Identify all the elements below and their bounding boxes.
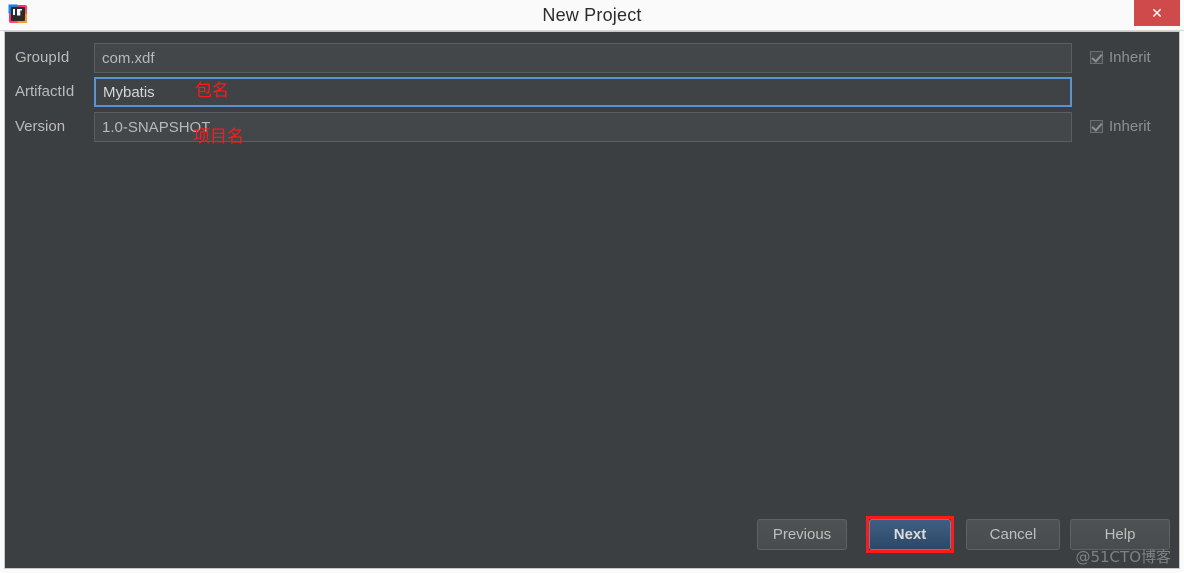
version-inherit-checkbox[interactable]: Inherit xyxy=(1090,112,1151,142)
previous-button[interactable]: Previous xyxy=(757,519,847,550)
help-button[interactable]: Help xyxy=(1070,519,1170,550)
form-row-artifactid: ArtifactId xyxy=(5,77,1179,107)
dialog-content: GroupId Inherit ArtifactId Version Inher… xyxy=(4,31,1180,569)
groupid-inherit-label: Inherit xyxy=(1109,49,1151,66)
title-bar: New Project ✕ xyxy=(0,0,1184,31)
artifactid-label: ArtifactId xyxy=(15,83,75,100)
version-input[interactable] xyxy=(94,112,1072,142)
version-label: Version xyxy=(15,118,66,135)
checkmark-icon xyxy=(1090,51,1103,64)
checkmark-icon xyxy=(1090,120,1103,133)
form-row-groupid: GroupId Inherit xyxy=(5,43,1179,73)
groupid-label: GroupId xyxy=(15,49,70,66)
close-icon[interactable]: ✕ xyxy=(1134,0,1180,26)
next-button[interactable]: Next xyxy=(869,519,951,550)
artifactid-input[interactable] xyxy=(94,77,1072,107)
cancel-button[interactable]: Cancel xyxy=(966,519,1060,550)
groupid-inherit-checkbox[interactable]: Inherit xyxy=(1090,43,1151,73)
groupid-input[interactable] xyxy=(94,43,1072,73)
new-project-dialog-window: New Project ✕ GroupId Inherit ArtifactId… xyxy=(0,0,1184,573)
form-row-version: Version Inherit xyxy=(5,112,1179,142)
page-title: New Project xyxy=(542,5,642,25)
version-inherit-label: Inherit xyxy=(1109,118,1151,135)
